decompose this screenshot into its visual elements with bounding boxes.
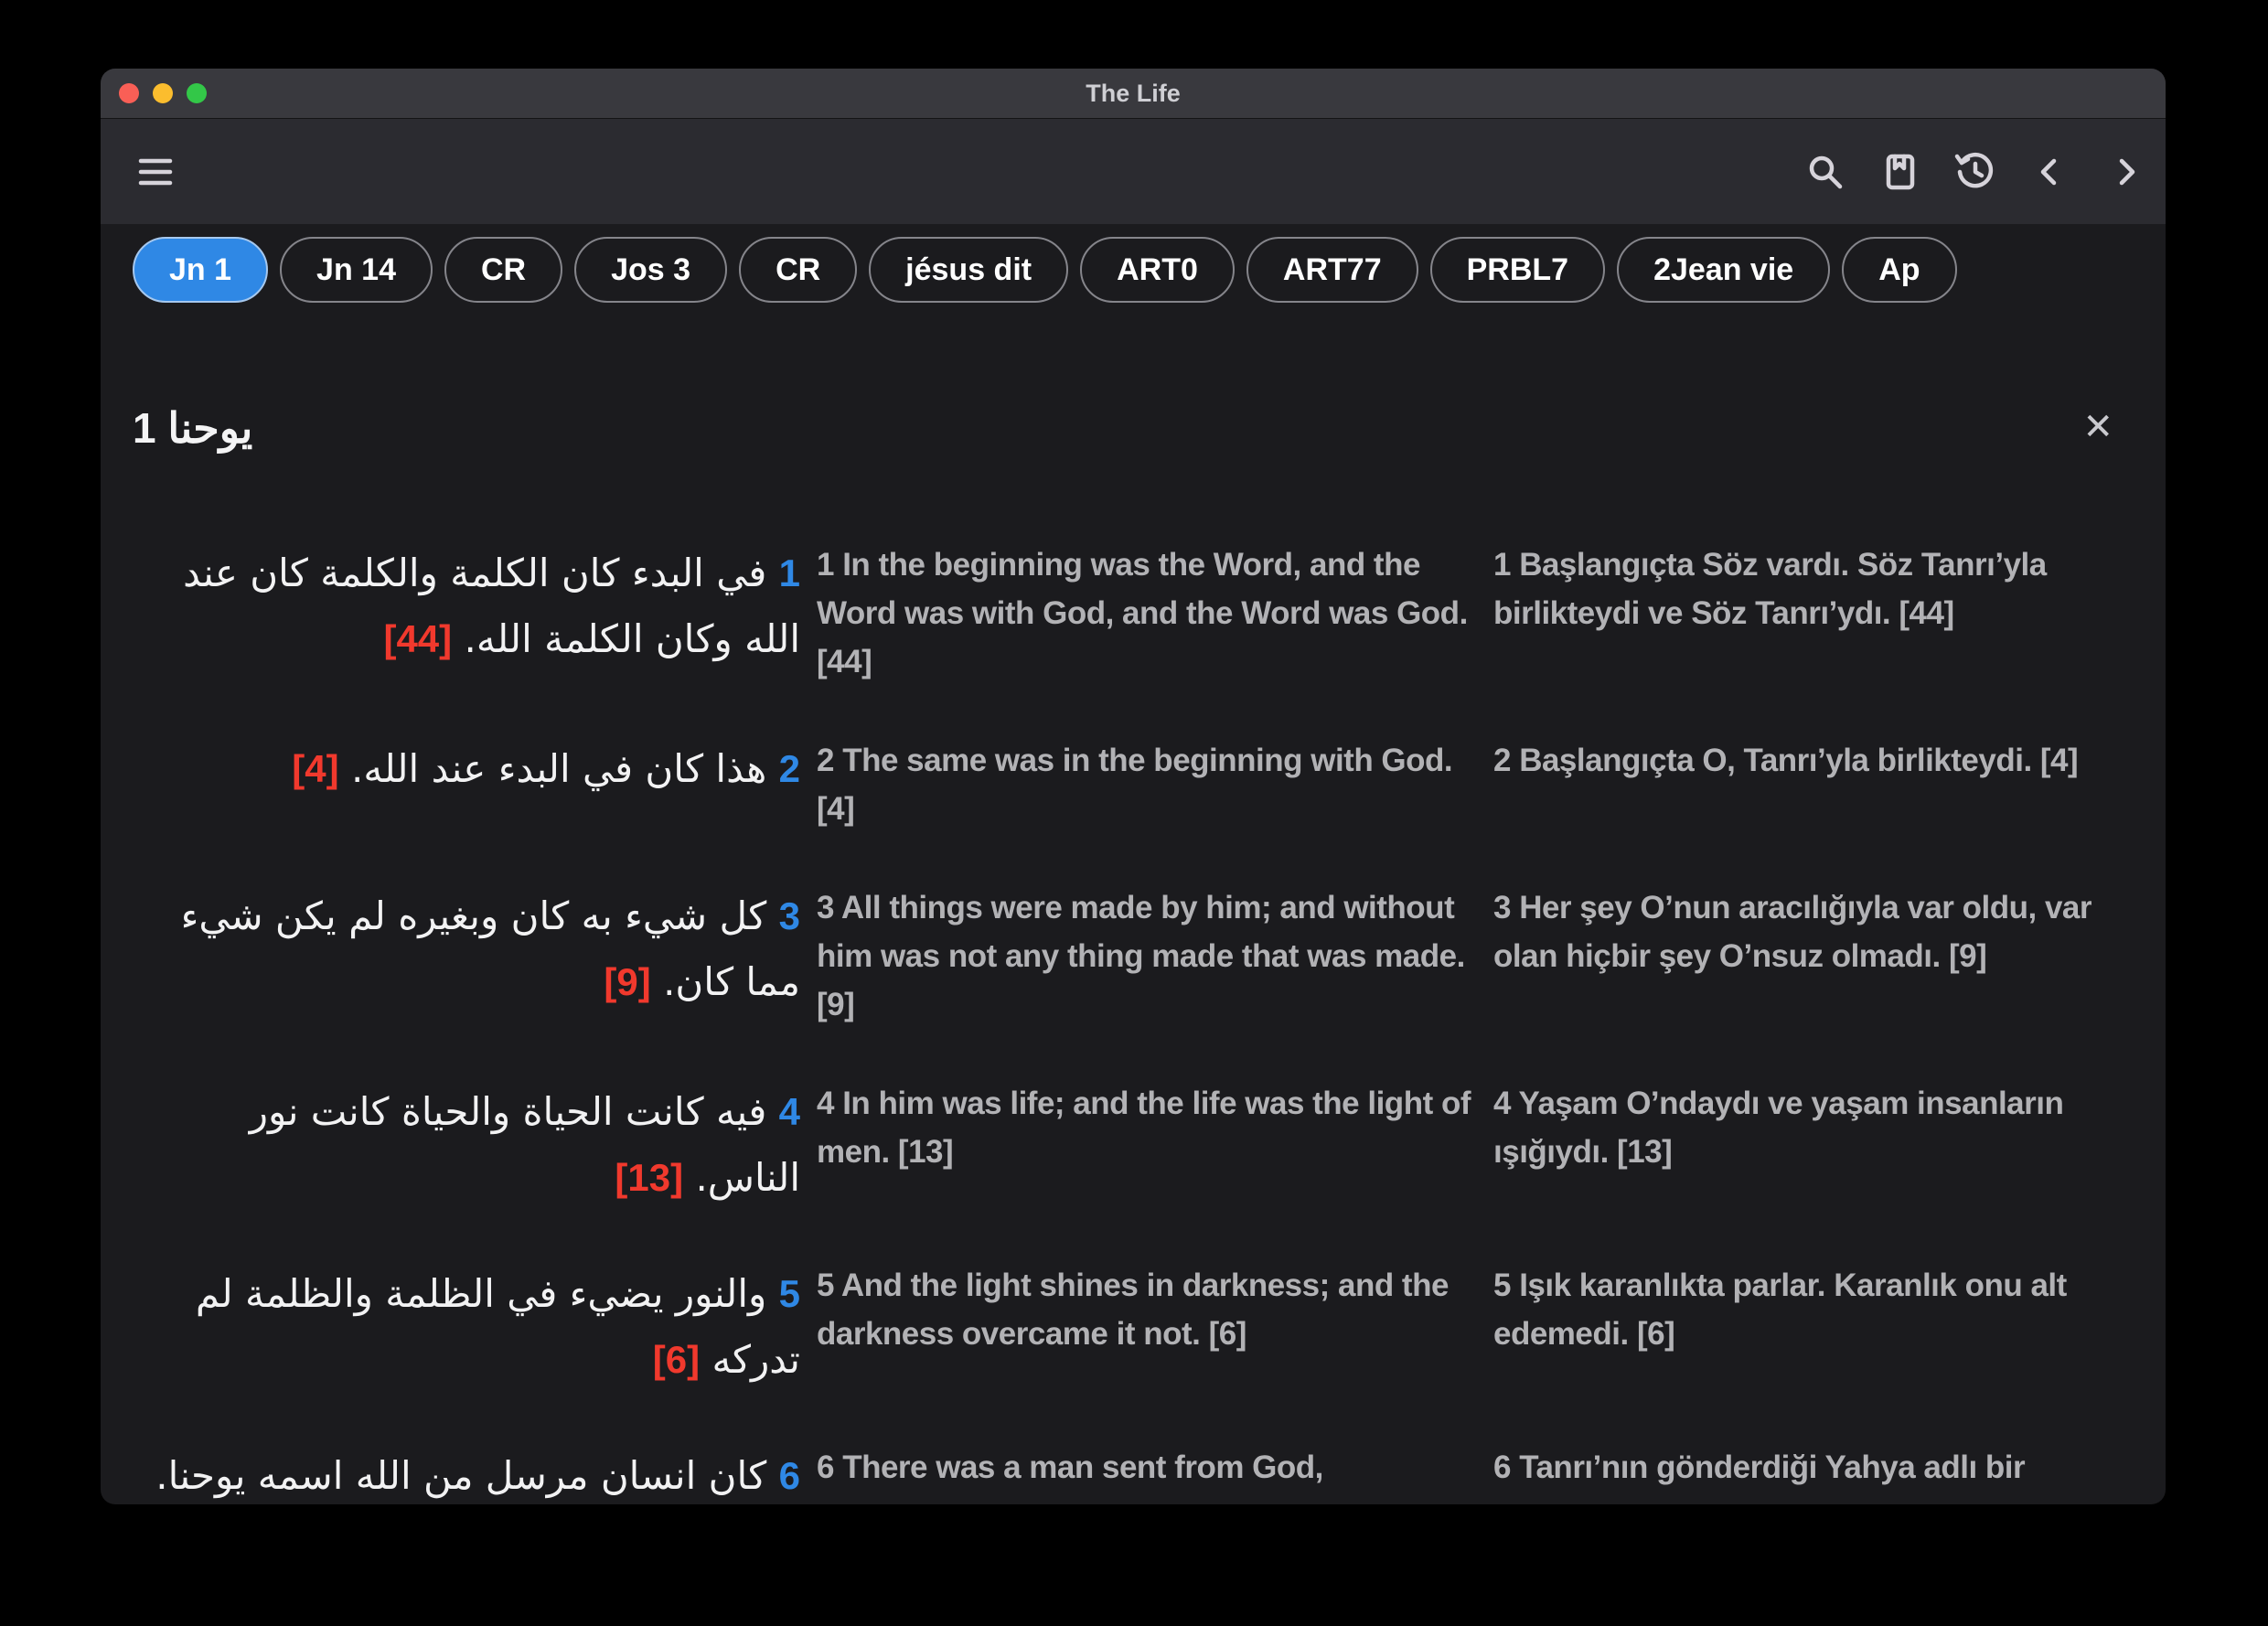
verse-number: 1 <box>779 551 800 594</box>
verse-text: في البدء كان الكلمة والكلمة كان عند الله… <box>183 551 800 661</box>
tab-ap[interactable]: Ap <box>1842 237 1956 303</box>
verse-3-arabic: 3 كل شيء به كان وبغيره لم يكن شيء مما كا… <box>133 883 800 1029</box>
verse-text: كان انسان مرسل من الله اسمه يوحنا. <box>155 1453 766 1498</box>
tab-prbl7[interactable]: PRBL7 <box>1430 237 1605 303</box>
chapter-title: يوحنا 1 <box>133 403 252 453</box>
tab-jn-14[interactable]: Jn 14 <box>280 237 433 303</box>
verse-text: فيه كانت الحياة والحياة كانت نور الناس. <box>250 1089 800 1200</box>
app-window: The Life <box>101 69 2166 1504</box>
verse-number: 3 <box>779 894 800 937</box>
menu-icon[interactable] <box>130 146 181 198</box>
cross-reference[interactable]: [13] <box>615 1156 683 1199</box>
search-icon[interactable] <box>1800 146 1851 198</box>
verse-2-turkish: 2 Başlangıçta O, Tanrı’yla birlikteydi. … <box>1493 736 2154 833</box>
verse-text: هذا كان في البدء عند الله. <box>351 746 766 791</box>
verse-5-english: 5 And the light shines in darkness; and … <box>817 1261 1477 1393</box>
tab-art77[interactable]: ART77 <box>1246 237 1418 303</box>
verse-2-english: 2 The same was in the beginning with God… <box>817 736 1477 833</box>
tab-2jean-vie[interactable]: 2Jean vie <box>1617 237 1830 303</box>
verse-grid: 1 في البدء كان الكلمة والكلمة كان عند ال… <box>133 540 2134 1504</box>
history-icon[interactable] <box>1950 146 2001 198</box>
tab-cr-2[interactable]: CR <box>739 237 857 303</box>
verse-6-arabic: 6 كان انسان مرسل من الله اسمه يوحنا. <box>133 1443 800 1504</box>
verse-number: 2 <box>779 747 800 790</box>
content-area: يوحنا 1 ✕ 1 في البدء كان الكلمة والكلمة … <box>101 403 2166 1504</box>
close-icon[interactable]: ✕ <box>2082 409 2113 445</box>
forward-icon[interactable] <box>2100 146 2151 198</box>
verse-4-turkish: 4 Yaşam O’ndaydı ve yaşam insanların ışı… <box>1493 1079 2154 1211</box>
verse-3-english: 3 All things were made by him; and witho… <box>817 883 1477 1029</box>
tab-art0[interactable]: ART0 <box>1080 237 1235 303</box>
verse-4-english: 4 In him was life; and the life was the … <box>817 1079 1477 1211</box>
verse-6-english: 6 There was a man sent from God, <box>817 1443 1477 1504</box>
verse-5-arabic: 5 والنور يضيء في الظلمة والظلمة لم تدركه… <box>133 1261 800 1393</box>
verse-number: 5 <box>779 1272 800 1315</box>
cross-reference[interactable]: [4] <box>292 747 338 790</box>
verse-3-turkish: 3 Her şey O’nun aracılığıyla var oldu, v… <box>1493 883 2154 1029</box>
tab-jesus-dit[interactable]: jésus dit <box>869 237 1068 303</box>
bookmark-icon[interactable] <box>1875 146 1926 198</box>
verse-number: 6 <box>779 1454 800 1497</box>
titlebar: The Life <box>101 69 2166 119</box>
verse-1-turkish: 1 Başlangıçta Söz vardı. Söz Tanrı’yla b… <box>1493 540 2154 686</box>
verse-number: 4 <box>779 1090 800 1133</box>
toolbar-right-group <box>1800 146 2151 198</box>
back-icon[interactable] <box>2025 146 2076 198</box>
verse-1-arabic: 1 في البدء كان الكلمة والكلمة كان عند ال… <box>133 540 800 686</box>
cross-reference[interactable]: [6] <box>653 1338 700 1381</box>
verse-2-arabic: 2 هذا كان في البدء عند الله. [4] <box>133 736 800 833</box>
verse-4-arabic: 4 فيه كانت الحياة والحياة كانت نور الناس… <box>133 1079 800 1211</box>
tab-jos-3[interactable]: Jos 3 <box>574 237 727 303</box>
cross-reference[interactable]: [9] <box>604 960 650 1003</box>
tab-bar: Jn 1 Jn 14 CR Jos 3 CR jésus dit ART0 AR… <box>101 224 2166 316</box>
chapter-header: يوحنا 1 ✕ <box>133 403 2134 540</box>
toolbar <box>101 119 2166 224</box>
verse-5-turkish: 5 Işık karanlıkta parlar. Karanlık onu a… <box>1493 1261 2154 1393</box>
tab-jn-1[interactable]: Jn 1 <box>133 237 268 303</box>
cross-reference[interactable]: [44] <box>383 617 452 660</box>
verse-text: والنور يضيء في الظلمة والظلمة لم تدركه <box>196 1271 800 1382</box>
window-title: The Life <box>101 80 2166 108</box>
verse-6-turkish: 6 Tanrı’nın gönderdiği Yahya adlı bir <box>1493 1443 2154 1504</box>
verse-1-english: 1 In the beginning was the Word, and the… <box>817 540 1477 686</box>
verse-text: كل شيء به كان وبغيره لم يكن شيء مما كان. <box>181 893 800 1004</box>
tab-cr-1[interactable]: CR <box>444 237 562 303</box>
